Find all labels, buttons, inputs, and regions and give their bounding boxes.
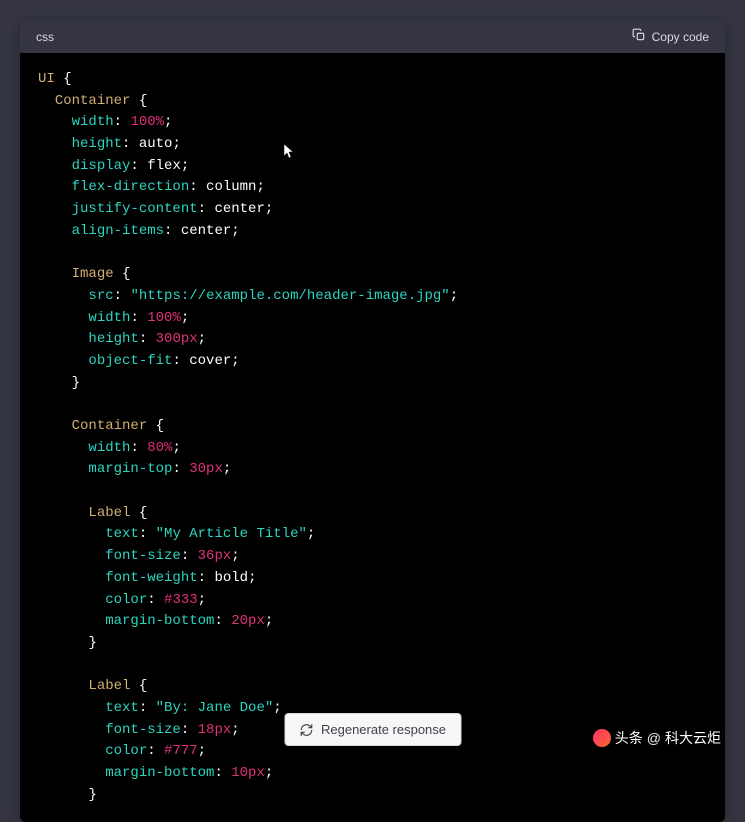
lang-label: css xyxy=(36,30,54,44)
code-content: UI { Container { width: 100%; height: au… xyxy=(38,69,707,806)
code-header: css Copy code xyxy=(20,20,725,53)
code-block: css Copy code UI { Container { width: 10… xyxy=(20,20,725,822)
watermark: 头条 @ 科大云炬 xyxy=(593,728,721,748)
watermark-logo-icon xyxy=(593,729,611,747)
copy-code-button[interactable]: Copy code xyxy=(632,28,709,45)
copy-code-label: Copy code xyxy=(652,30,709,44)
watermark-name: 科大云炬 xyxy=(665,728,721,748)
code-body: UI { Container { width: 100%; height: au… xyxy=(20,53,725,822)
regenerate-response-label: Regenerate response xyxy=(321,722,446,737)
refresh-icon xyxy=(299,723,313,737)
watermark-at: @ xyxy=(647,730,661,746)
regenerate-response-button[interactable]: Regenerate response xyxy=(284,713,461,746)
clipboard-icon xyxy=(632,28,646,45)
watermark-prefix: 头条 xyxy=(615,728,643,748)
